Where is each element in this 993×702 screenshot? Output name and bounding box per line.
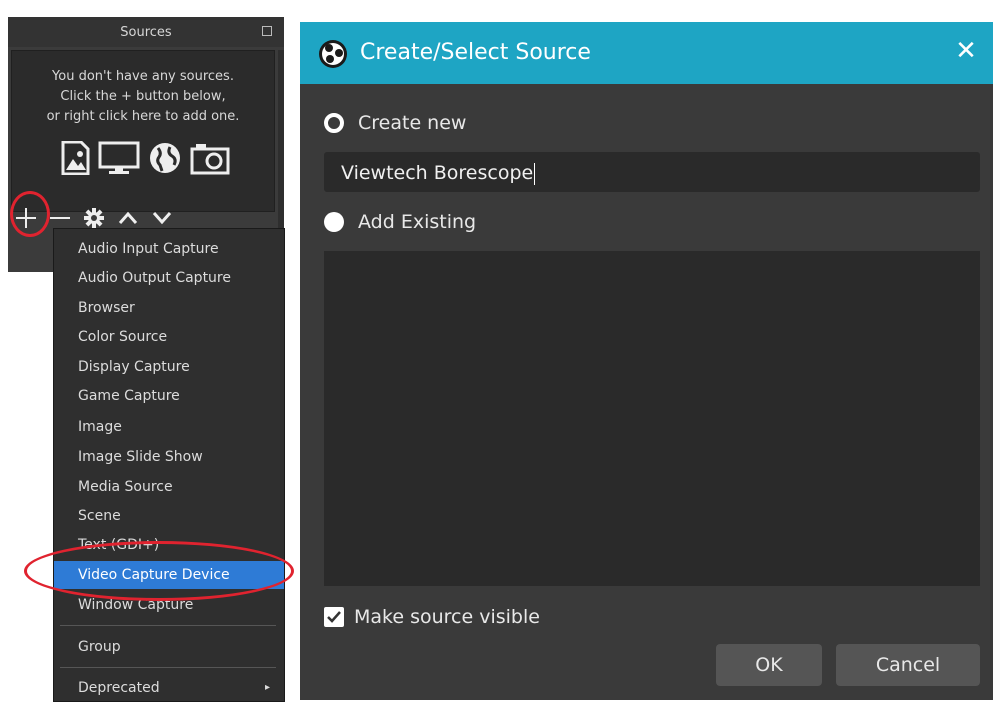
empty-message-line: or right click here to add one. xyxy=(46,109,240,124)
float-dock-icon[interactable]: . xyxy=(262,26,272,36)
menu-item-browser[interactable]: Browser xyxy=(54,294,284,322)
menu-item-display-capture[interactable]: Display Capture xyxy=(54,353,284,381)
sources-dock-title: Sources xyxy=(120,24,172,40)
annotation-circle-add-button xyxy=(10,191,50,237)
menu-item-group[interactable]: Group xyxy=(54,633,284,661)
remove-source-button[interactable] xyxy=(48,206,72,230)
create-select-source-dialog: Create/Select Source ✕ Create new Viewte… xyxy=(300,22,993,700)
menu-item-audio-output-capture[interactable]: Audio Output Capture xyxy=(54,264,284,292)
display-icon xyxy=(98,141,140,174)
create-new-option[interactable]: Create new xyxy=(324,108,466,138)
gear-icon xyxy=(84,208,104,228)
obs-logo-icon xyxy=(319,40,347,68)
menu-item-game-capture[interactable]: Game Capture xyxy=(54,382,284,410)
dialog-title: Create/Select Source xyxy=(360,40,591,65)
sources-list[interactable]: You don't have any sources. Click the + … xyxy=(11,50,275,212)
menu-item-deprecated[interactable]: Deprecated ▸ xyxy=(54,674,284,702)
menu-item-image[interactable]: Image xyxy=(54,413,284,441)
minus-icon xyxy=(50,217,70,219)
menu-separator xyxy=(60,625,276,626)
source-name-value: Viewtech Borescope xyxy=(341,162,534,184)
create-new-radio[interactable] xyxy=(324,113,344,133)
chevron-up-icon xyxy=(118,211,138,224)
add-existing-radio[interactable] xyxy=(324,212,344,232)
menu-item-media-source[interactable]: Media Source xyxy=(54,473,284,501)
submenu-arrow-icon: ▸ xyxy=(264,682,270,693)
browser-globe-icon xyxy=(150,143,180,173)
menu-item-image-slide-show[interactable]: Image Slide Show xyxy=(54,443,284,471)
make-source-visible-option[interactable]: Make source visible xyxy=(324,602,540,632)
menu-item-scene[interactable]: Scene xyxy=(54,502,284,530)
menu-item-deprecated-label: Deprecated xyxy=(78,680,160,696)
move-down-button[interactable] xyxy=(150,206,174,230)
menu-item-color-source[interactable]: Color Source xyxy=(54,323,284,351)
add-existing-label: Add Existing xyxy=(358,211,477,233)
menu-item-audio-input-capture[interactable]: Audio Input Capture xyxy=(54,235,284,263)
source-properties-button[interactable] xyxy=(82,206,106,230)
sources-dock-header: Sources . xyxy=(8,17,284,47)
source-name-input[interactable]: Viewtech Borescope xyxy=(324,152,980,192)
empty-message-line: You don't have any sources. xyxy=(52,69,234,84)
empty-sources-message: You don't have any sources. Click the + … xyxy=(12,67,274,127)
chevron-down-icon xyxy=(152,212,172,225)
add-existing-option[interactable]: Add Existing xyxy=(324,207,476,237)
menu-separator xyxy=(60,667,276,668)
create-new-label: Create new xyxy=(358,112,467,134)
dock-scrollbar[interactable] xyxy=(278,50,284,230)
ok-button[interactable]: OK xyxy=(716,644,822,686)
existing-sources-list[interactable] xyxy=(324,251,980,586)
checkmark-icon xyxy=(327,611,341,623)
make-source-visible-checkbox[interactable] xyxy=(324,607,344,627)
image-icon xyxy=(61,141,90,175)
close-icon[interactable]: ✕ xyxy=(951,36,981,66)
add-source-context-menu: Audio Input Capture Audio Output Capture… xyxy=(53,228,285,702)
source-type-icons xyxy=(60,140,230,176)
annotation-circle-video-capture xyxy=(24,541,294,601)
cancel-button[interactable]: Cancel xyxy=(836,644,980,686)
empty-message-line: Click the + button below, xyxy=(60,89,226,104)
move-up-button[interactable] xyxy=(116,206,140,230)
dialog-titlebar: Create/Select Source ✕ xyxy=(300,22,993,84)
make-source-visible-label: Make source visible xyxy=(354,606,540,628)
camera-icon xyxy=(190,144,230,175)
text-caret xyxy=(534,162,536,185)
